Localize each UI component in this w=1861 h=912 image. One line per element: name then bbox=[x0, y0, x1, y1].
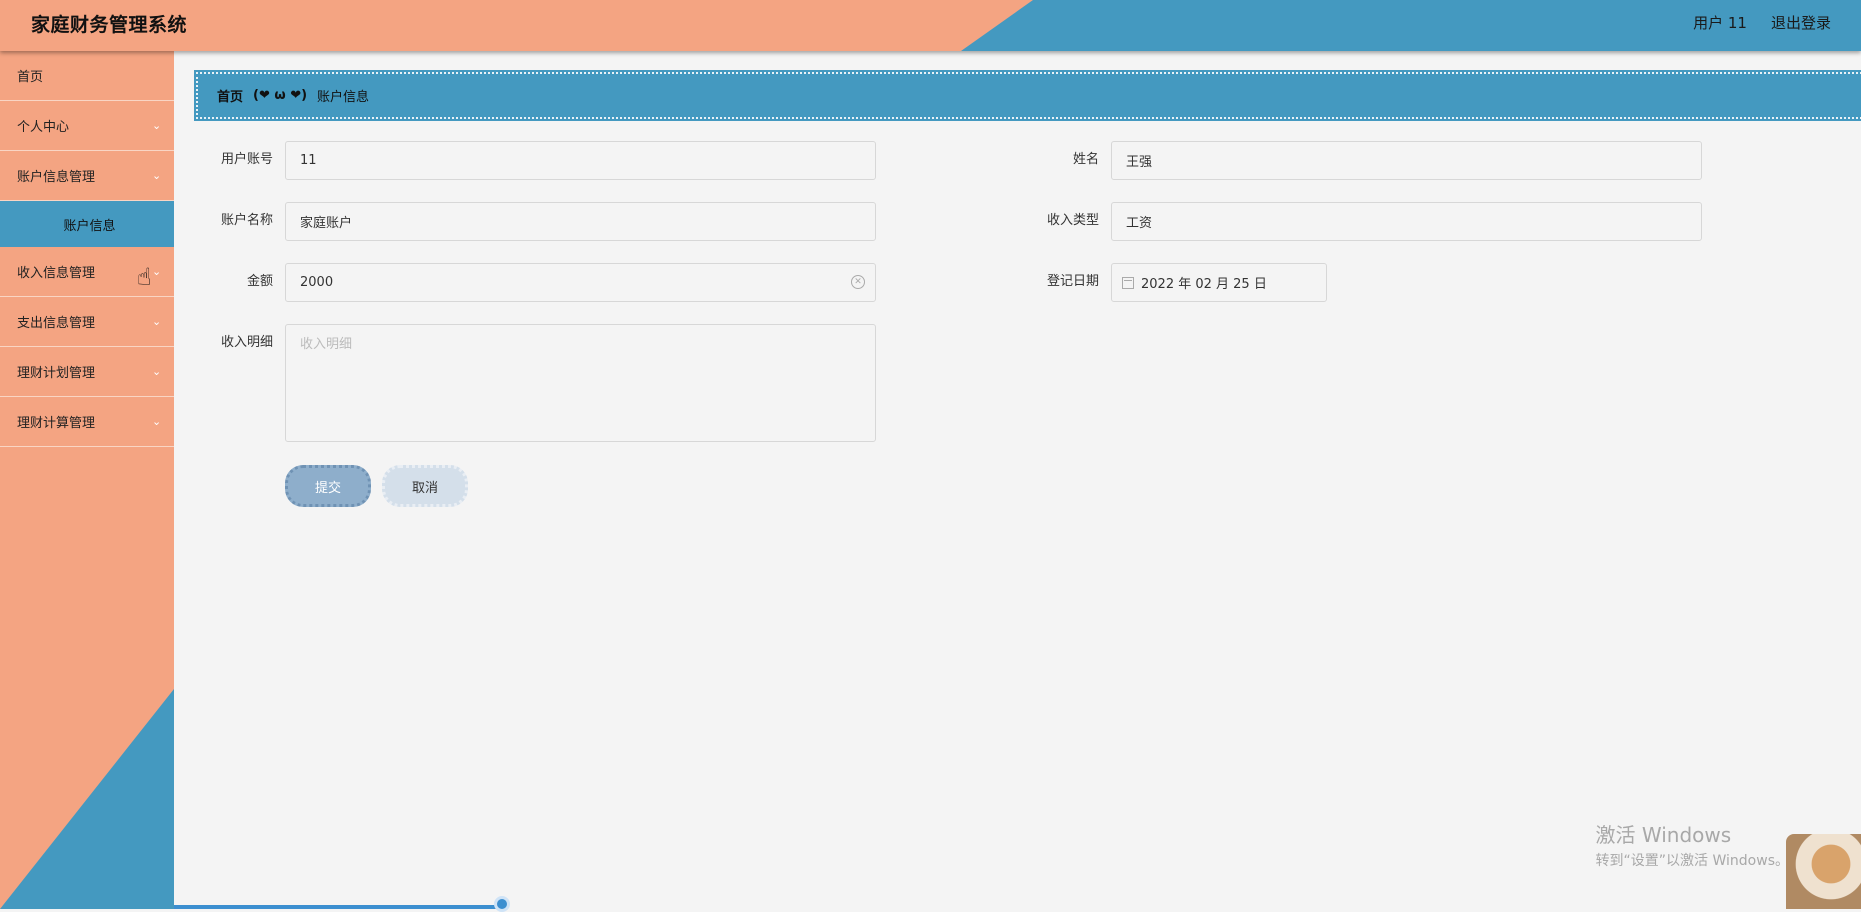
income-type-field[interactable]: 工资 bbox=[1111, 202, 1702, 241]
account-field[interactable]: 11 bbox=[285, 141, 876, 180]
sidebar-menu: 首页 个人中心 ⌄ 账户信息管理 ⌄ 账户信息 收入信息管理 ⌄ 支出信息管理 … bbox=[0, 51, 174, 447]
user-label: 用户 11 bbox=[1693, 12, 1747, 33]
form-row-detail: 收入明细 收入明细 bbox=[185, 324, 876, 442]
sidebar-item-label: 首页 bbox=[17, 66, 43, 85]
sidebar-item-expense-management[interactable]: 支出信息管理 ⌄ bbox=[0, 297, 174, 347]
amount-value: 2000 bbox=[300, 275, 333, 290]
account-label: 用户账号 bbox=[185, 141, 285, 179]
breadcrumb-current: 账户信息 bbox=[317, 86, 369, 105]
logout-link[interactable]: 退出登录 bbox=[1771, 12, 1831, 33]
sidebar: 首页 个人中心 ⌄ 账户信息管理 ⌄ 账户信息 收入信息管理 ⌄ 支出信息管理 … bbox=[0, 51, 174, 909]
breadcrumb-separator: (❤ ω ❤) bbox=[253, 88, 307, 103]
chevron-down-icon: ⌄ bbox=[152, 417, 162, 427]
account-name-label: 账户名称 bbox=[185, 202, 285, 240]
sidebar-blue-corner bbox=[0, 689, 174, 909]
income-type-value: 工资 bbox=[1126, 212, 1152, 231]
chevron-down-icon: ⌄ bbox=[152, 121, 162, 131]
sidebar-item-label: 理财计算管理 bbox=[17, 412, 95, 431]
sidebar-item-personal-center[interactable]: 个人中心 ⌄ bbox=[0, 101, 174, 151]
date-picker[interactable]: 2022 年 02 月 25 日 bbox=[1111, 263, 1327, 302]
date-value: 2022 年 02 月 25 日 bbox=[1141, 273, 1267, 292]
submit-button[interactable]: 提交 bbox=[285, 465, 371, 507]
chevron-down-icon: ⌄ bbox=[152, 171, 162, 181]
cancel-button[interactable]: 取消 bbox=[382, 465, 468, 507]
account-name-field[interactable]: 家庭账户 bbox=[285, 202, 876, 241]
name-value: 王强 bbox=[1126, 151, 1152, 170]
main-content: 首页 (❤ ω ❤) 账户信息 用户账号 11 姓名 王强 账户名称 家庭账户 … bbox=[174, 51, 1861, 909]
clear-icon[interactable]: ✕ bbox=[851, 275, 865, 289]
user-area: 用户 11 退出登录 bbox=[1693, 12, 1831, 33]
detail-placeholder: 收入明细 bbox=[300, 333, 352, 352]
sidebar-item-finance-plan[interactable]: 理财计划管理 ⌄ bbox=[0, 347, 174, 397]
calendar-icon bbox=[1122, 277, 1134, 289]
sidebar-item-label: 账户信息管理 bbox=[17, 166, 95, 185]
windows-activation-watermark: 激活 Windows 转到“设置”以激活 Windows。 bbox=[1596, 819, 1789, 870]
form-row-date: 登记日期 2022 年 02 月 25 日 bbox=[1011, 263, 1327, 302]
watermark-line2: 转到“设置”以激活 Windows。 bbox=[1596, 850, 1789, 870]
account-value: 11 bbox=[300, 153, 317, 168]
detail-textarea[interactable]: 收入明细 bbox=[285, 324, 876, 442]
date-label: 登记日期 bbox=[1011, 263, 1111, 301]
income-type-label: 收入类型 bbox=[1011, 202, 1111, 240]
sidebar-item-label: 理财计划管理 bbox=[17, 362, 95, 381]
breadcrumb-home[interactable]: 首页 bbox=[217, 86, 243, 105]
hand-cursor-icon: ☝ bbox=[137, 263, 152, 291]
form-row-account-name: 账户名称 家庭账户 bbox=[185, 202, 876, 241]
chevron-down-icon: ⌄ bbox=[152, 267, 162, 277]
chevron-down-icon: ⌄ bbox=[152, 367, 162, 377]
sidebar-item-label: 支出信息管理 bbox=[17, 312, 95, 331]
sidebar-item-finance-calc[interactable]: 理财计算管理 ⌄ bbox=[0, 397, 174, 447]
detail-label: 收入明细 bbox=[185, 324, 285, 362]
sidebar-item-label: 账户信息 bbox=[63, 215, 115, 234]
breadcrumb: 首页 (❤ ω ❤) 账户信息 bbox=[196, 72, 1861, 119]
form-row-income-type: 收入类型 工资 bbox=[1011, 202, 1702, 241]
sidebar-item-label: 收入信息管理 bbox=[17, 262, 95, 281]
form-row-name: 姓名 王强 bbox=[1011, 141, 1702, 180]
form-row-amount: 金额 2000 ✕ bbox=[185, 263, 876, 302]
name-field[interactable]: 王强 bbox=[1111, 141, 1702, 180]
scrollbar-track[interactable] bbox=[174, 905, 504, 909]
amount-label: 金额 bbox=[185, 263, 285, 301]
form-row-account: 用户账号 11 bbox=[185, 141, 876, 180]
watermark-line1: 激活 Windows bbox=[1596, 819, 1789, 848]
app-title: 家庭财务管理系统 bbox=[31, 10, 187, 37]
sidebar-item-account-management[interactable]: 账户信息管理 ⌄ bbox=[0, 151, 174, 201]
name-label: 姓名 bbox=[1011, 141, 1111, 179]
amount-field[interactable]: 2000 ✕ bbox=[285, 263, 876, 302]
account-name-value: 家庭账户 bbox=[300, 212, 352, 231]
chevron-down-icon: ⌄ bbox=[152, 317, 162, 327]
sidebar-item-label: 个人中心 bbox=[17, 116, 69, 135]
sidebar-subitem-account-info[interactable]: 账户信息 bbox=[0, 201, 174, 247]
scrollbar-handle[interactable] bbox=[494, 896, 510, 912]
top-header: 家庭财务管理系统 用户 11 退出登录 bbox=[0, 0, 1861, 51]
dog-image bbox=[1786, 834, 1861, 909]
sidebar-item-home[interactable]: 首页 bbox=[0, 51, 174, 101]
